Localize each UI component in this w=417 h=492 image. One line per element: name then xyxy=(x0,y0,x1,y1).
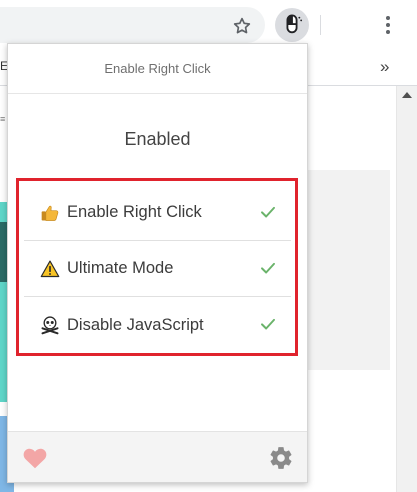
popup-title: Enable Right Click xyxy=(8,44,307,94)
settings-button[interactable] xyxy=(267,444,295,472)
menu-dot-icon xyxy=(386,23,390,27)
star-icon xyxy=(233,17,251,34)
bookmark-star-button[interactable] xyxy=(229,13,255,39)
gear-icon xyxy=(270,447,292,469)
donate-button[interactable] xyxy=(21,445,49,471)
option-disable-javascript[interactable]: Disable JavaScript xyxy=(24,297,291,353)
option-label: Disable JavaScript xyxy=(67,315,204,334)
heart-icon xyxy=(23,448,47,469)
address-bar[interactable] xyxy=(0,7,265,43)
menu-dot-icon xyxy=(386,30,390,34)
checkmark-icon xyxy=(259,259,277,277)
bookmarks-overflow-button[interactable]: » xyxy=(380,57,389,77)
option-label: Ultimate Mode xyxy=(67,259,174,277)
thumbs-up-icon xyxy=(39,202,61,224)
options-list: Enable Right Click Ultimate Mode Disable… xyxy=(24,185,291,408)
mouse-icon xyxy=(286,14,303,34)
scroll-up-arrow-icon[interactable] xyxy=(402,92,412,98)
status-text: Enabled xyxy=(124,129,191,149)
option-label: Enable Right Click xyxy=(67,203,202,221)
checkmark-icon xyxy=(259,203,277,221)
page-text-fragment: ≡ xyxy=(0,114,6,124)
option-ultimate-mode[interactable]: Ultimate Mode xyxy=(24,241,291,297)
warning-icon xyxy=(39,258,61,280)
browser-menu-button[interactable] xyxy=(376,12,400,38)
extension-button[interactable] xyxy=(275,8,309,42)
option-enable-right-click[interactable]: Enable Right Click xyxy=(24,185,291,241)
page-scrollbar[interactable] xyxy=(396,86,417,492)
menu-dot-icon xyxy=(386,16,390,20)
page-content-block xyxy=(300,170,390,370)
extension-popup: Enable Right Click Enabled Enable Right … xyxy=(7,43,308,483)
skull-crossbones-icon xyxy=(39,314,61,336)
checkmark-icon xyxy=(259,315,277,333)
popup-footer xyxy=(8,431,307,482)
toolbar-separator xyxy=(320,15,321,35)
